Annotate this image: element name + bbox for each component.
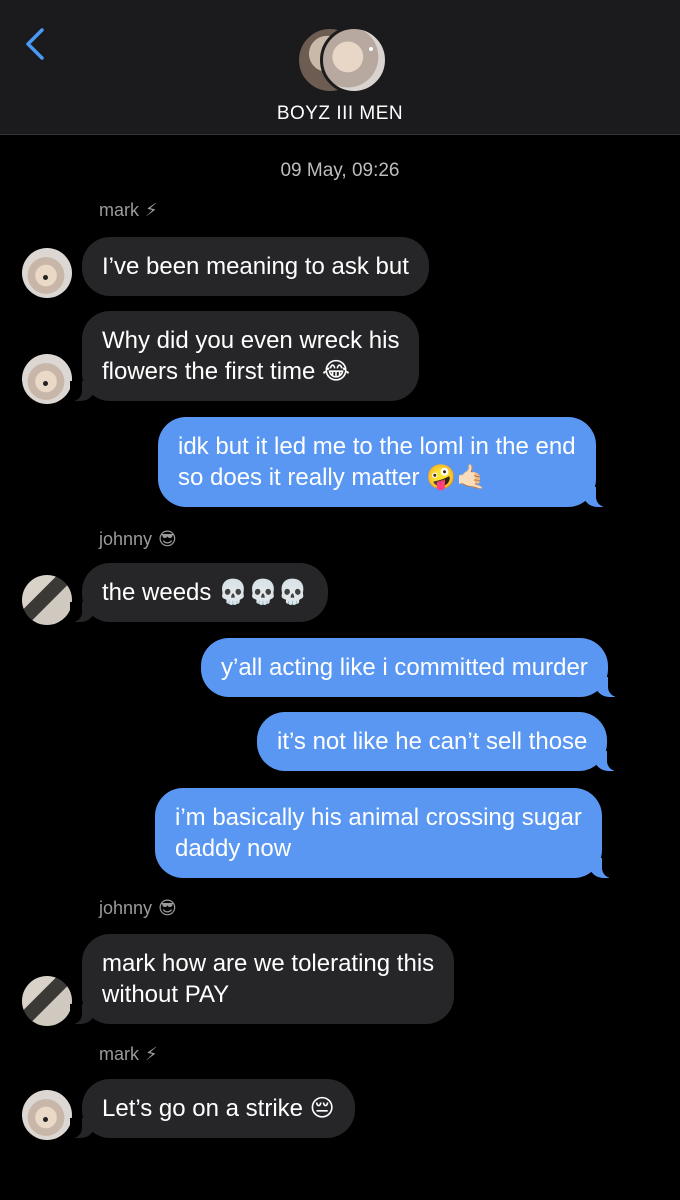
message-bubble-incoming[interactable]: Why did you even wreck his flowers the f… <box>69 311 420 401</box>
lightning-icon: ⚡ <box>145 200 158 220</box>
group-name[interactable]: BOYZ III MEN <box>0 103 680 125</box>
chevron-left-icon[interactable] <box>18 24 54 64</box>
message-bubble-incoming[interactable]: I’ve been meaning to ask but <box>82 237 429 296</box>
timestamp: 09 May, 09:26 <box>280 160 400 181</box>
sender-name: mark <box>99 1044 139 1064</box>
group-avatar[interactable] <box>296 24 388 94</box>
message-bubble-outgoing[interactable]: idk but it led me to the loml in the end… <box>158 417 608 507</box>
message-bubble-outgoing[interactable]: it’s not like he can’t sell those <box>257 712 620 771</box>
sender-name: johnny <box>99 529 153 549</box>
avatar[interactable] <box>22 575 72 625</box>
message-bubble-outgoing[interactable]: y’all acting like i committed murder <box>201 638 620 697</box>
avatar[interactable] <box>22 354 72 404</box>
message-bubble-incoming[interactable]: mark how are we tolerating this without … <box>69 934 455 1024</box>
sender-label: johnny 😎 <box>99 529 177 550</box>
sender-label: johnny 😎 <box>99 898 177 919</box>
sunglasses-face-icon: 😎 <box>158 898 177 918</box>
message-bubble-incoming[interactable]: Let’s go on a strike 😔 <box>70 1079 355 1138</box>
avatar[interactable] <box>22 1090 72 1140</box>
group-avatar-front <box>320 26 388 94</box>
avatar[interactable] <box>22 248 72 298</box>
chat-header: BOYZ III MEN <box>0 0 680 135</box>
sunglasses-face-icon: 😎 <box>158 529 177 549</box>
message-bubble-outgoing[interactable]: i’m basically his animal crossing sugar … <box>155 788 614 878</box>
avatar[interactable] <box>22 976 72 1026</box>
lightning-icon: ⚡ <box>145 1044 158 1064</box>
sender-name: johnny <box>99 898 153 918</box>
sender-name: mark <box>99 200 139 220</box>
sender-label: mark ⚡ <box>99 200 158 221</box>
sender-label: mark ⚡ <box>99 1044 158 1065</box>
message-bubble-incoming[interactable]: the weeds 💀💀💀 <box>70 563 328 622</box>
